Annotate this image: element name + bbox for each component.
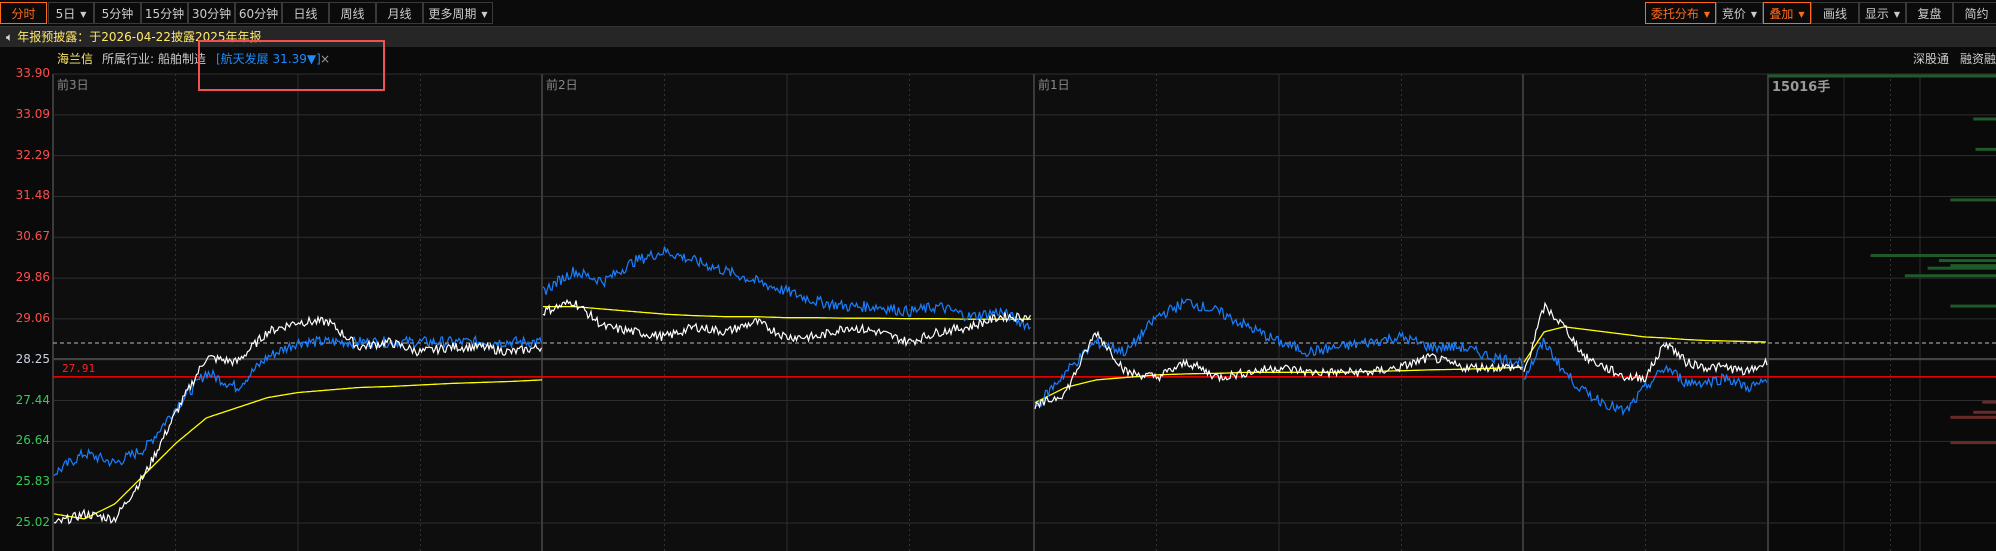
- buy-order-bar: [1870, 254, 1996, 258]
- caret-down-icon: ▼: [1798, 9, 1805, 19]
- volume-label: 15016手: [1772, 79, 1830, 95]
- sell-order-bar: [1950, 441, 1996, 445]
- right-tab-6[interactable]: 简约: [1953, 2, 1996, 24]
- tab-label: 分时: [11, 7, 36, 21]
- right-tab-4[interactable]: 显示 ▼: [1859, 2, 1906, 24]
- price-tick-label: 28.25: [15, 351, 50, 366]
- tab-label: 5日: [55, 7, 76, 21]
- left-tab-4[interactable]: 30分钟: [188, 2, 235, 24]
- right-tab-0[interactable]: 委托分布 ▼: [1645, 2, 1716, 24]
- buy-order-bar: [1973, 117, 1996, 121]
- caret-down-icon: ▼: [481, 9, 488, 19]
- tab-label: 15分钟: [144, 7, 185, 21]
- tab-label: 更多周期: [428, 7, 477, 21]
- price-tick-label: 33.90: [15, 66, 50, 80]
- tab-label: 竞价: [1721, 7, 1746, 21]
- tab-label: 30分钟: [191, 7, 232, 21]
- speaker-icon: 🔈︎: [6, 30, 14, 44]
- left-tab-5[interactable]: 60分钟: [235, 2, 282, 24]
- price-tick-label: 30.67: [15, 229, 50, 244]
- buy-order-bar: [1904, 274, 1996, 278]
- caret-down-icon: ▼: [1893, 9, 1901, 19]
- left-tab-8[interactable]: 月线: [376, 2, 423, 24]
- period-toolbar: 分时 5日 ▼ 5分钟 15分钟 30分钟 60分钟 日线 周线 月线 更多周期 ▼ 委托分布 ▼ 竞价 ▼ 叠…: [0, 0, 1996, 27]
- sell-order-bar: [1982, 400, 1996, 404]
- day-label: 前1日: [1038, 77, 1070, 92]
- tab-label: 复盘: [1917, 7, 1942, 21]
- buy-order-bar: [1768, 74, 1996, 78]
- right-tab-3[interactable]: 画线: [1811, 2, 1859, 24]
- tab-label: 叠加: [1769, 7, 1794, 21]
- tab-label: 月线: [387, 7, 412, 21]
- buy-order-bar: [1939, 259, 1996, 263]
- day-label: 前3日: [57, 77, 89, 92]
- caret-down-icon: ▼: [1750, 9, 1758, 19]
- sell-order-bar: [1950, 415, 1996, 419]
- price-tick-label: 25.02: [15, 515, 50, 529]
- tab-label: 简约: [1964, 7, 1989, 21]
- prev-close-label: 27.91: [62, 362, 95, 375]
- industry-label: 所属行业:: [102, 52, 155, 66]
- hk-connect-link[interactable]: 深股通: [1913, 47, 1949, 71]
- left-tab-7[interactable]: 周线: [329, 2, 376, 24]
- stock-name: 海兰信: [57, 52, 94, 66]
- buy-order-bar: [1950, 304, 1996, 308]
- right-tab-5[interactable]: 复盘: [1906, 2, 1953, 24]
- left-tab-6[interactable]: 日线: [282, 2, 329, 24]
- margin-link[interactable]: 融资融: [1960, 47, 1996, 71]
- price-tick-label: 29.06: [15, 310, 50, 325]
- tab-label: 画线: [1822, 7, 1847, 21]
- price-tick-label: 32.29: [15, 147, 50, 162]
- price-tick-label: 31.48: [15, 188, 50, 203]
- right-tab-1[interactable]: 竞价 ▼: [1716, 2, 1763, 24]
- left-tab-9[interactable]: 更多周期 ▼: [423, 2, 493, 24]
- price-tick-label: 29.86: [15, 270, 50, 285]
- price-tick-label: 25.83: [15, 474, 50, 489]
- tab-label: 周线: [340, 7, 365, 21]
- caret-down-icon: ▼: [80, 9, 87, 19]
- caret-down-icon: ▼: [1703, 9, 1711, 19]
- price-tick-label: 26.64: [15, 433, 50, 448]
- buy-order-bar: [1927, 266, 1996, 270]
- left-tab-1[interactable]: 5日 ▼: [48, 2, 94, 24]
- right-tab-2[interactable]: 叠加 ▼: [1763, 2, 1811, 24]
- left-tab-2[interactable]: 5分钟: [94, 2, 141, 24]
- left-tab-0[interactable]: 分时: [0, 2, 47, 24]
- buy-order-bar: [1975, 147, 1996, 151]
- price-tick-label: 33.09: [15, 106, 50, 121]
- tab-label: 日线: [293, 7, 318, 21]
- sell-order-bar: [1973, 410, 1996, 414]
- tab-label: 5分钟: [101, 7, 134, 21]
- tab-label: 60分钟: [238, 7, 279, 21]
- highlight-box: [198, 40, 385, 91]
- left-tab-3[interactable]: 15分钟: [141, 2, 188, 24]
- tab-label: 显示: [1864, 7, 1889, 21]
- tab-label: 委托分布: [1650, 7, 1699, 21]
- day-label: 前2日: [546, 77, 578, 92]
- buy-order-bar: [1950, 198, 1996, 202]
- price-tick-label: 27.44: [15, 392, 50, 407]
